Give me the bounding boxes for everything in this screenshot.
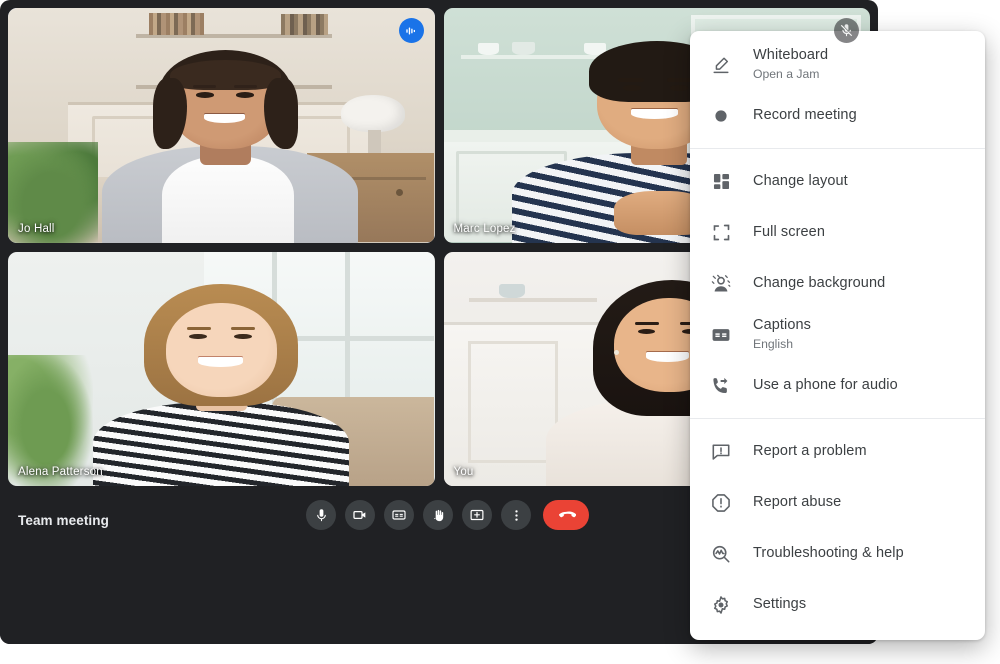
menu-item-settings[interactable]: Settings xyxy=(690,579,985,630)
menu-item-report-a-problem[interactable]: Report a problem xyxy=(690,426,985,477)
layout-grid-icon xyxy=(708,169,734,195)
mic-off-icon xyxy=(834,18,859,43)
menu-item-label: Report abuse xyxy=(753,494,842,510)
menu-divider xyxy=(690,148,985,149)
menu-item-record-meeting[interactable]: Record meeting xyxy=(690,90,985,141)
participant-video-jo-hall xyxy=(8,8,435,243)
participant-name-label: You xyxy=(453,466,474,478)
present-screen-icon xyxy=(469,507,485,523)
meeting-controls xyxy=(306,500,589,530)
menu-item-label: Record meeting xyxy=(753,107,857,123)
mic-icon xyxy=(314,508,329,523)
participant-name-label: Alena Patterson xyxy=(18,466,103,478)
present-now-button[interactable] xyxy=(462,500,492,530)
raise-hand-button[interactable] xyxy=(423,500,453,530)
participant-name-label: Jo Hall xyxy=(18,222,55,235)
cc-icon xyxy=(391,507,407,523)
fullscreen-icon xyxy=(708,220,734,246)
menu-divider xyxy=(690,418,985,419)
menu-item-whiteboard[interactable]: Whiteboard Open a Jam xyxy=(690,39,985,90)
meet-screenshot-root: Jo Hall Marc Lopez Alena Patterson You T… xyxy=(0,0,1000,664)
feedback-icon xyxy=(708,439,734,465)
more-options-menu: Whiteboard Open a Jam Record meeting Cha… xyxy=(690,31,985,640)
menu-item-label: Settings xyxy=(753,596,807,612)
microphone-button[interactable] xyxy=(306,500,336,530)
participant-name-label: Marc Lopez xyxy=(453,222,516,235)
menu-item-label: Whiteboard xyxy=(753,47,829,63)
captions-button[interactable] xyxy=(384,500,414,530)
menu-item-label: Use a phone for audio xyxy=(753,377,898,393)
camera-button[interactable] xyxy=(345,500,375,530)
menu-item-change-background[interactable]: Change background xyxy=(690,258,985,309)
participant-video-alena-patterson xyxy=(8,251,435,486)
end-call-icon xyxy=(556,505,576,525)
menu-item-sublabel: Open a Jam xyxy=(753,67,820,81)
menu-item-sublabel: English xyxy=(753,337,793,351)
video-tile-jo-hall[interactable]: Jo Hall xyxy=(8,8,435,243)
record-dot-icon xyxy=(708,103,734,129)
cc-box-icon xyxy=(708,322,734,348)
menu-item-use-phone-for-audio[interactable]: Use a phone for audio xyxy=(690,360,985,411)
menu-item-label: Troubleshooting & help xyxy=(753,545,904,561)
leave-call-button[interactable] xyxy=(543,500,589,530)
menu-item-label: Full screen xyxy=(753,224,826,240)
menu-item-change-layout[interactable]: Change layout xyxy=(690,156,985,207)
menu-item-report-abuse[interactable]: Report abuse xyxy=(690,477,985,528)
troubleshoot-icon xyxy=(708,541,734,567)
menu-item-full-screen[interactable]: Full screen xyxy=(690,207,985,258)
meeting-title: Team meeting xyxy=(18,513,109,528)
menu-item-label: Change background xyxy=(753,275,886,291)
audio-active-icon xyxy=(398,18,424,43)
report-abuse-icon xyxy=(708,490,734,516)
menu-item-troubleshooting-help[interactable]: Troubleshooting & help xyxy=(690,528,985,579)
more-options-button[interactable] xyxy=(501,500,531,530)
phone-forward-icon xyxy=(708,373,734,399)
gear-icon xyxy=(708,592,734,618)
menu-item-label: Change layout xyxy=(753,173,848,189)
video-tile-alena-patterson[interactable]: Alena Patterson xyxy=(8,251,435,486)
video-camera-icon xyxy=(352,507,368,523)
hand-icon xyxy=(431,508,446,523)
change-background-icon xyxy=(708,271,734,297)
menu-item-label: Captions xyxy=(753,317,812,333)
menu-item-captions[interactable]: Captions English xyxy=(690,309,985,360)
more-vertical-icon xyxy=(509,508,524,523)
menu-item-label: Report a problem xyxy=(753,443,867,459)
whiteboard-pen-icon xyxy=(708,52,734,78)
